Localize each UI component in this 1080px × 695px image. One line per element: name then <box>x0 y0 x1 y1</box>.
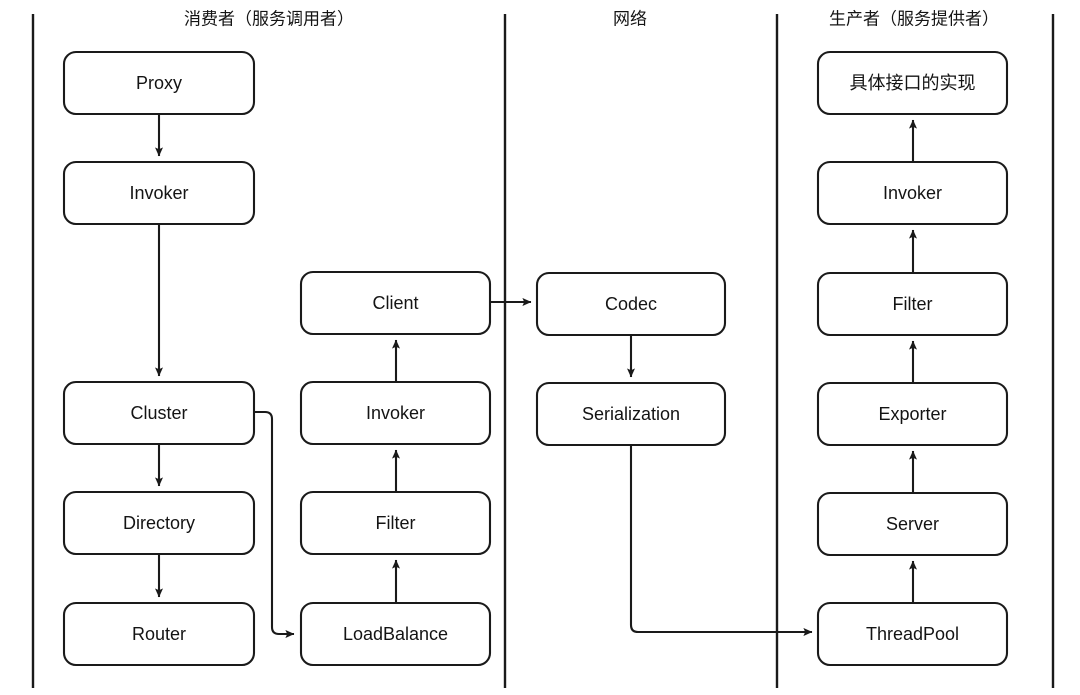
lane-title-consumer: 消费者（服务调用者） <box>184 9 354 28</box>
node-client-filter[interactable]: Filter <box>299 490 492 556</box>
node-label-exporter: Exporter <box>878 404 946 424</box>
node-impl[interactable]: 具体接口的实现 <box>816 50 1009 116</box>
node-label-threadpool: ThreadPool <box>866 624 959 644</box>
node-proxy[interactable]: Proxy <box>62 50 256 116</box>
node-exporter[interactable]: Exporter <box>816 381 1009 447</box>
node-threadpool[interactable]: ThreadPool <box>816 601 1009 667</box>
node-label-proxy: Proxy <box>136 73 182 93</box>
node-server[interactable]: Server <box>816 491 1009 557</box>
edges-layer <box>155 114 917 638</box>
node-label-server: Server <box>886 514 939 534</box>
nodes-layer: Proxy Invoker Cluster Directory Router Client… <box>62 50 1009 667</box>
node-label-cluster: Cluster <box>130 403 187 423</box>
edge-serialization-to-threadpool <box>629 445 813 636</box>
node-label-codec: Codec <box>605 294 657 314</box>
node-label-client-filter: Filter <box>376 513 416 533</box>
node-label-provider-invoker: Invoker <box>883 183 942 203</box>
lane-titles: 消费者（服务调用者） 网络 生产者（服务提供者） <box>184 9 999 28</box>
node-label-serialization: Serialization <box>582 404 680 424</box>
node-label-router: Router <box>132 624 186 644</box>
node-consumer-invoker[interactable]: Invoker <box>62 160 256 226</box>
node-codec[interactable]: Codec <box>535 271 727 337</box>
node-label-consumer-invoker: Invoker <box>129 183 188 203</box>
node-provider-invoker[interactable]: Invoker <box>816 160 1009 226</box>
node-cluster[interactable]: Cluster <box>62 380 256 446</box>
lane-title-provider: 生产者（服务提供者） <box>829 9 999 28</box>
node-label-client-invoker: Invoker <box>366 403 425 423</box>
node-directory[interactable]: Directory <box>62 490 256 556</box>
node-label-client: Client <box>372 293 418 313</box>
lane-dividers <box>31 14 1055 688</box>
node-provider-filter[interactable]: Filter <box>816 271 1009 337</box>
node-router[interactable]: Router <box>62 601 256 667</box>
architecture-diagram: 消费者（服务调用者） 网络 生产者（服务提供者） Proxy Invoker Clust… <box>0 0 1080 695</box>
diagram-canvas: 消费者（服务调用者） 网络 生产者（服务提供者） Proxy Invoker Clust… <box>31 9 1055 688</box>
edge-cluster-to-loadbalance <box>254 410 295 638</box>
node-loadbalance[interactable]: LoadBalance <box>299 601 492 667</box>
lane-title-network: 网络 <box>613 9 647 28</box>
node-client[interactable]: Client <box>299 270 492 336</box>
node-client-invoker[interactable]: Invoker <box>299 380 492 446</box>
node-label-loadbalance: LoadBalance <box>343 624 448 644</box>
node-label-impl: 具体接口的实现 <box>850 73 976 93</box>
node-label-directory: Directory <box>123 513 195 533</box>
node-serialization[interactable]: Serialization <box>535 381 727 447</box>
node-label-provider-filter: Filter <box>893 294 933 314</box>
